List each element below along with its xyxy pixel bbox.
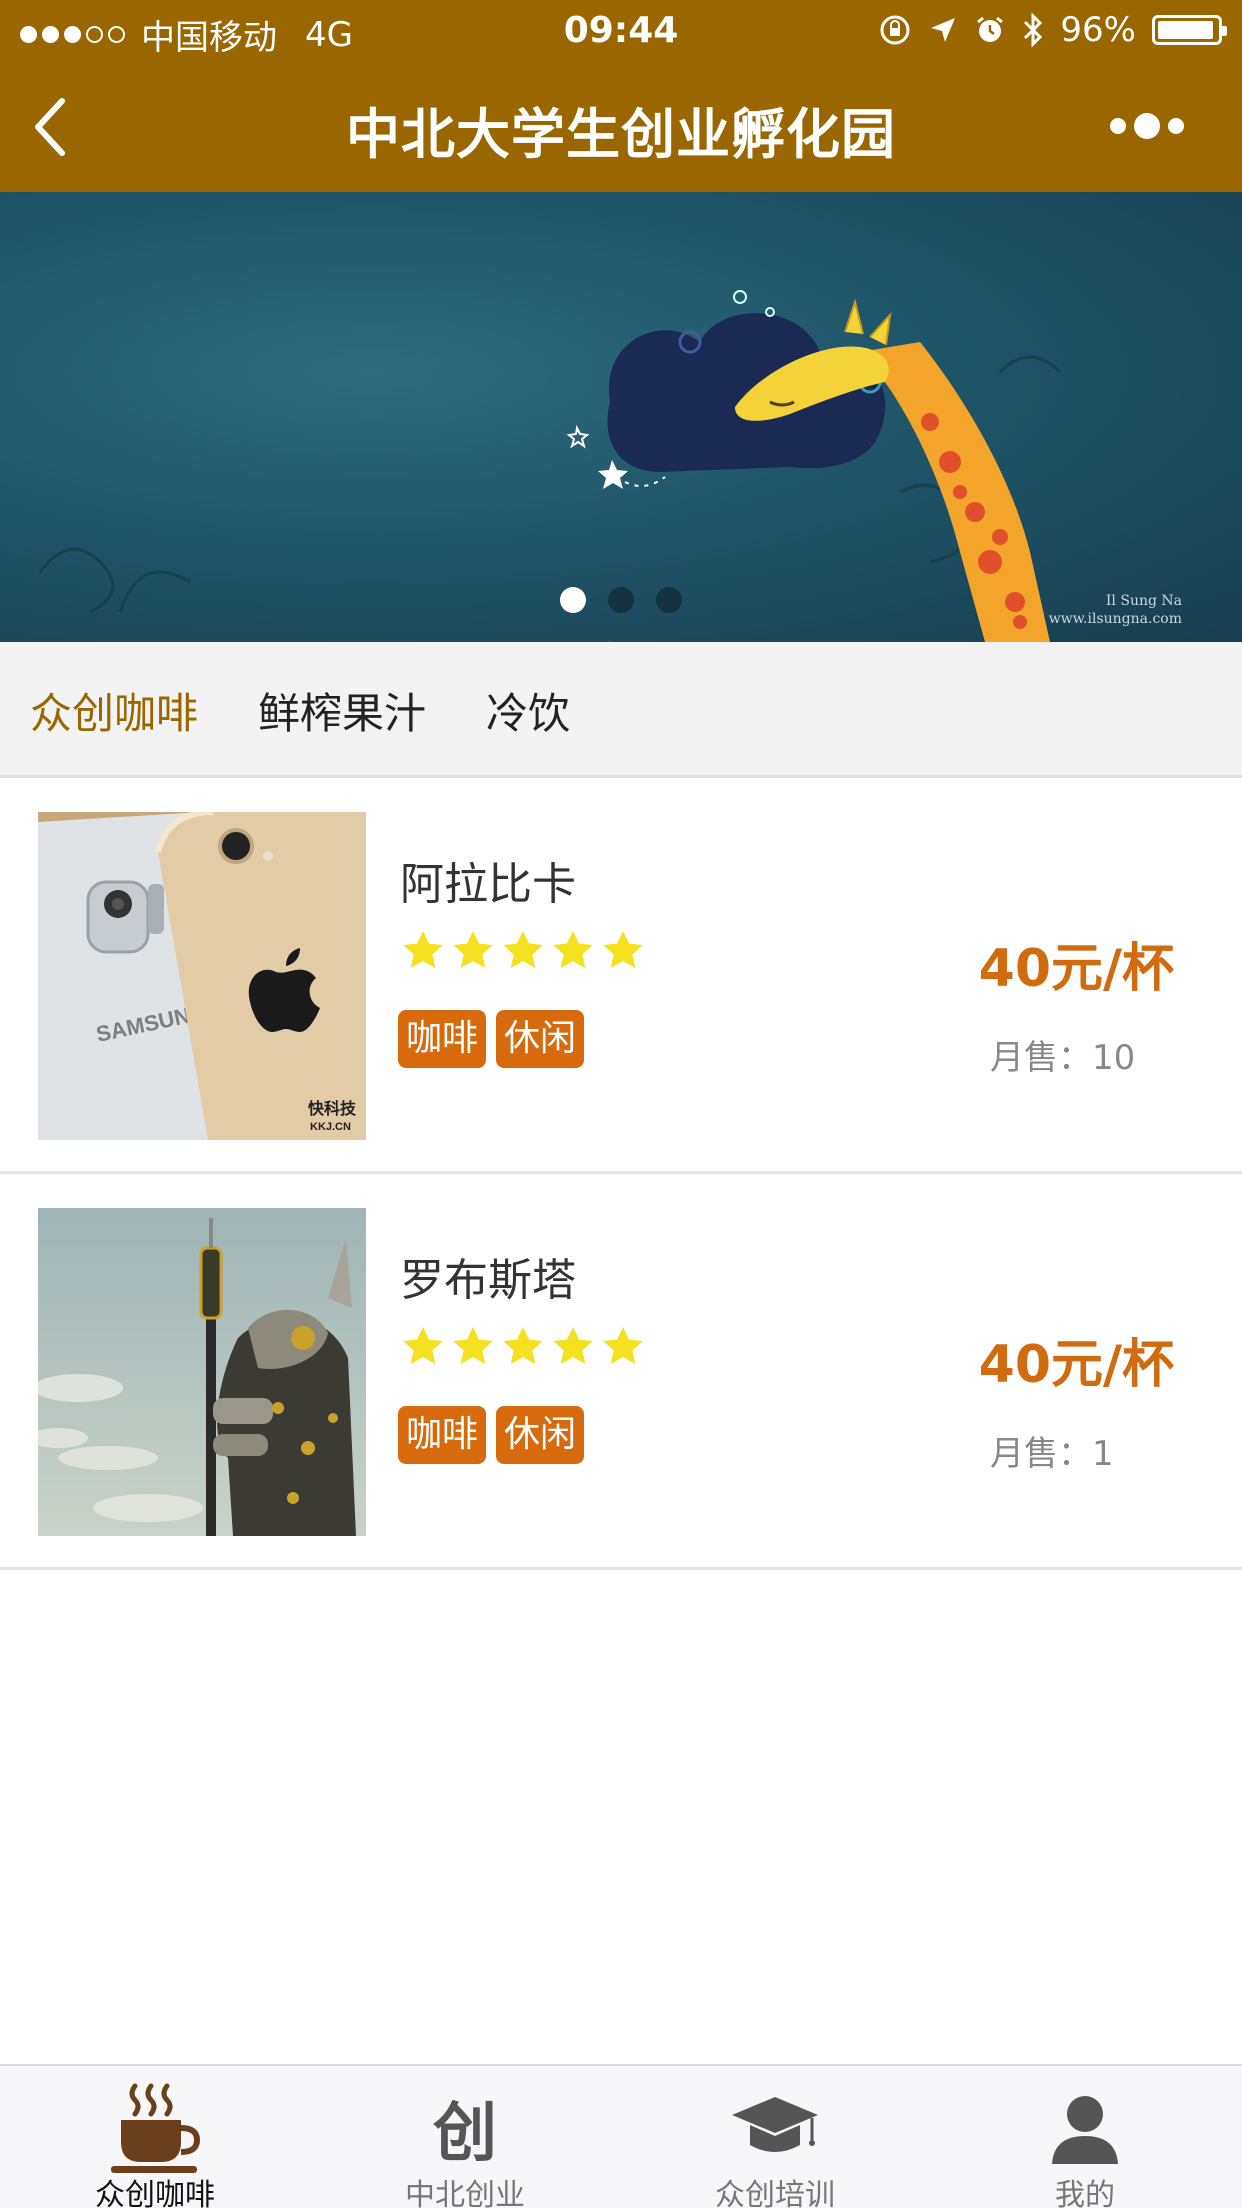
star-icon — [603, 930, 643, 969]
carousel-dot[interactable] — [656, 587, 682, 613]
monthly-sales: 月售：10 — [990, 1038, 1136, 1078]
carousel-dot[interactable] — [608, 587, 634, 613]
bottom-tab-bar: 众创咖啡 创 中北创业 众创培训 我的 — [0, 2064, 1242, 2208]
rating-stars — [400, 1324, 646, 1370]
monthly-sales: 月售：1 — [990, 1434, 1114, 1474]
product-name: 阿拉比卡 — [400, 859, 576, 910]
tag-badge: 咖啡 — [398, 1406, 487, 1464]
svg-text:快科技: 快科技 — [308, 1099, 357, 1118]
tab-coffee[interactable]: 众创咖啡 — [30, 680, 198, 741]
svg-text:KKJ.CN: KKJ.CN — [310, 1121, 351, 1133]
star-icon — [403, 1326, 443, 1365]
star-icon — [503, 930, 543, 969]
tag-badge: 休闲 — [496, 1406, 585, 1464]
battery-percent: 96% — [1060, 10, 1136, 50]
tabbar-item-profile[interactable]: 我的 — [930, 2066, 1240, 2208]
product-name: 罗布斯塔 — [400, 1255, 576, 1306]
star-icon — [553, 930, 593, 969]
status-bar: 中国移动 4G 09:44 96% — [0, 0, 1242, 62]
navbar: 中北大学生创业孵化园 — [0, 62, 1242, 192]
alarm-icon — [977, 16, 1004, 42]
tabbar-item-startup[interactable]: 创 中北创业 — [310, 2066, 620, 2208]
coffee-cup-icon — [111, 2083, 201, 2173]
rating-stars — [400, 928, 646, 974]
banner-illustration — [38, 290, 1062, 642]
tabbar-item-coffee[interactable]: 众创咖啡 — [0, 2066, 310, 2208]
star-icon — [603, 1326, 643, 1365]
product-tags: 咖啡 休闲 — [398, 1406, 585, 1464]
banner-carousel[interactable]: Il Sung Na www.ilsungna.com — [0, 192, 1242, 642]
product-thumbnail: SAMSUNG 快科技 KKJ.CN — [38, 812, 366, 1140]
star-icon — [453, 1326, 493, 1365]
star-icon — [503, 1326, 543, 1365]
page-title: 中北大学生创业孵化园 — [346, 103, 896, 166]
more-dots-icon — [1110, 118, 1126, 134]
more-button[interactable] — [1092, 106, 1202, 146]
battery-icon — [1152, 15, 1227, 45]
tag-badge: 休闲 — [496, 1010, 585, 1068]
product-item[interactable]: 罗布斯塔 咖啡 休闲 40元/杯 月售：1 — [0, 1174, 1242, 1570]
star-icon — [453, 930, 493, 969]
tag-badge: 咖啡 — [398, 1010, 487, 1068]
tab-juice[interactable]: 鲜榨果汁 — [258, 680, 426, 741]
rotation-lock-icon — [880, 15, 910, 45]
carousel-dot[interactable] — [560, 587, 586, 613]
bluetooth-icon — [1024, 13, 1043, 47]
chuang-character-icon: 创 — [433, 2097, 497, 2171]
product-thumbnail — [38, 1208, 366, 1536]
banner-watermark: Il Sung Na www.ilsungna.com — [1048, 593, 1182, 627]
location-arrow-icon — [931, 18, 956, 42]
tab-cold-drinks[interactable]: 冷饮 — [486, 680, 570, 741]
tabbar-item-training[interactable]: 众创培训 — [620, 2066, 930, 2208]
star-icon — [553, 1326, 593, 1365]
product-price: 40元/杯 — [978, 939, 1174, 999]
product-tags: 咖啡 休闲 — [398, 1010, 585, 1068]
header: 中国移动 4G 09:44 96% 中北大学生创业孵化园 — [0, 0, 1242, 192]
graduation-cap-icon — [732, 2097, 818, 2152]
star-icon — [403, 930, 443, 969]
category-tabs: 众创咖啡 鲜榨果汁 冷饮 — [0, 642, 1242, 778]
product-item[interactable]: SAMSUNG 快科技 KKJ.CN 阿拉比卡 咖啡 休闲 40元/杯 月售：1… — [0, 778, 1242, 1174]
tabbar-label: 中北创业 — [405, 2178, 525, 2208]
tabbar-label: 众创培训 — [715, 2178, 835, 2208]
user-icon — [1052, 2096, 1118, 2164]
product-price: 40元/杯 — [978, 1335, 1174, 1395]
tabbar-label: 众创咖啡 — [95, 2178, 215, 2208]
tabbar-label: 我的 — [1055, 2178, 1115, 2208]
